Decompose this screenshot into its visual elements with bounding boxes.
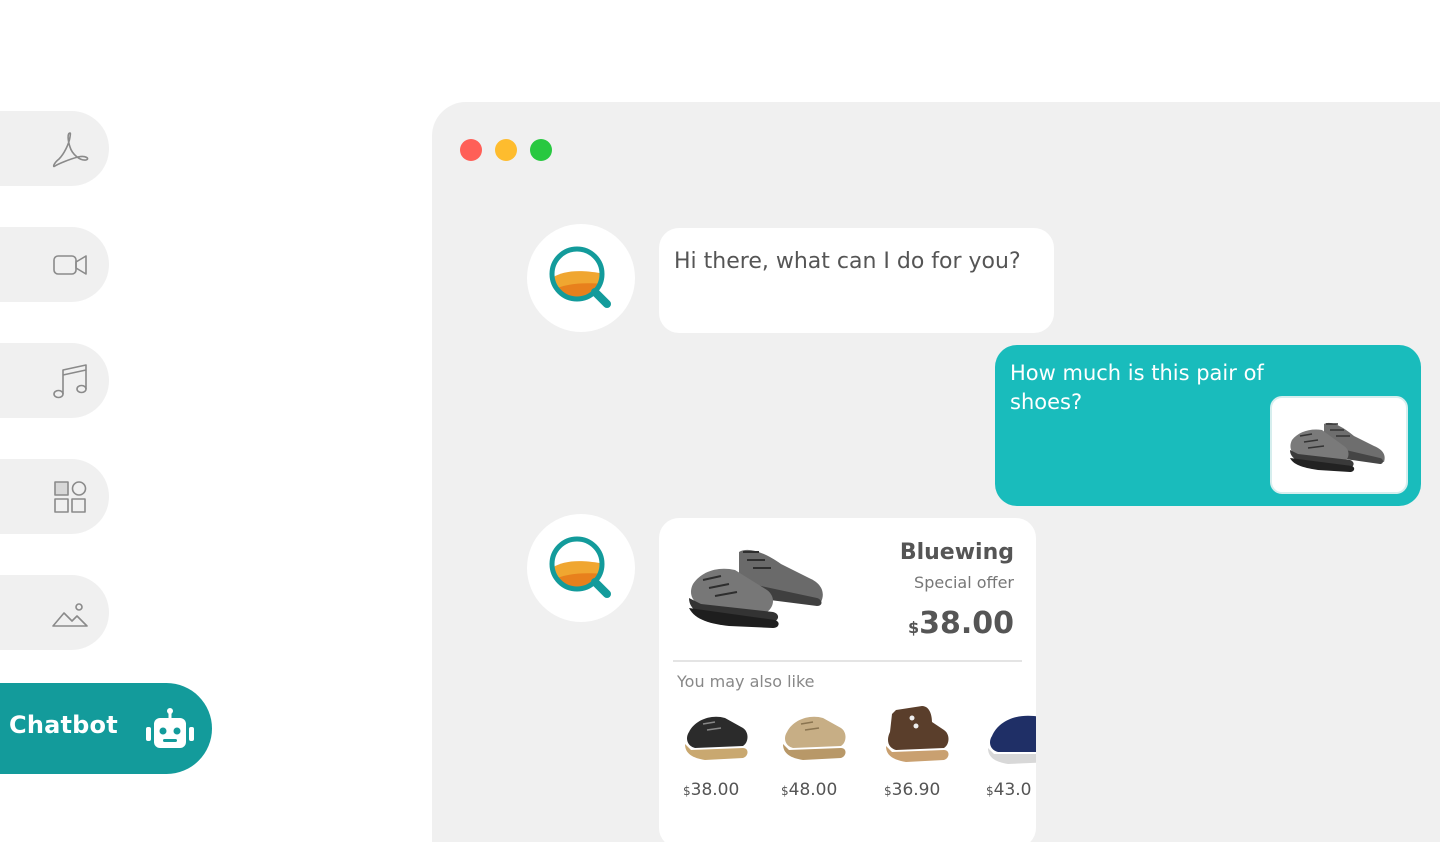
sidebar-item-music[interactable] — [0, 343, 109, 418]
brown-boot-image — [886, 706, 949, 762]
chat-window: Hi there, what can I do for you? How muc… — [432, 102, 1440, 848]
product-brand: Bluewing — [899, 540, 1014, 565]
sidebar-item-image[interactable] — [0, 575, 109, 650]
bot-message-greeting: Hi there, what can I do for you? — [659, 228, 1054, 333]
maximize-window-button[interactable] — [530, 139, 552, 161]
special-offer-label: Special offer — [914, 573, 1014, 592]
chatbot-button[interactable]: Chatbot — [0, 683, 212, 774]
price-amount: 43.0 — [993, 780, 1032, 800]
gray-sneaker-image — [1290, 422, 1385, 472]
currency-symbol: $ — [986, 784, 994, 798]
robot-icon — [146, 707, 194, 751]
black-sneaker-image — [685, 716, 748, 760]
image-icon — [50, 593, 90, 633]
recommendation-item[interactable]: $48.00 — [771, 700, 857, 820]
price-amount: 38.00 — [919, 606, 1014, 641]
recommendation-item[interactable]: $36.90 — [874, 700, 960, 820]
currency-symbol: $ — [884, 784, 892, 798]
chatbot-label: Chatbot — [9, 711, 118, 739]
apps-grid-icon — [50, 477, 90, 517]
recommendation-price: $43.0 — [986, 780, 1032, 800]
user-message: How much is this pair of shoes? — [995, 345, 1421, 506]
currency-symbol: $ — [683, 784, 691, 798]
magnifier-logo-icon — [549, 246, 611, 308]
product-card[interactable]: Bluewing Special offer $38.00 You may al… — [659, 518, 1036, 848]
sidebar-item-pdf[interactable] — [0, 111, 109, 186]
price-amount: 48.00 — [788, 780, 838, 800]
recommendation-item[interactable]: $43.0 — [976, 700, 1036, 820]
sidebar-item-video[interactable] — [0, 227, 109, 302]
currency-symbol: $ — [781, 784, 789, 798]
attached-shoe-image[interactable] — [1270, 396, 1408, 494]
recommendation-price: $36.90 — [884, 780, 940, 800]
magnifier-logo-icon — [549, 536, 611, 598]
product-shoe-image — [689, 549, 823, 628]
currency-symbol: $ — [907, 618, 920, 637]
minimize-window-button[interactable] — [495, 139, 517, 161]
product-price: $38.00 — [908, 606, 1014, 641]
sidebar-item-apps[interactable] — [0, 459, 109, 534]
recommendations-heading: You may also like — [677, 672, 815, 691]
price-amount: 36.90 — [891, 780, 941, 800]
music-note-icon — [50, 361, 90, 401]
navy-sneaker-image — [988, 715, 1036, 764]
recommendation-price: $38.00 — [683, 780, 739, 800]
divider — [673, 660, 1022, 662]
tan-sneaker-image — [783, 716, 846, 760]
pdf-icon — [50, 129, 90, 169]
bot-avatar — [527, 224, 635, 332]
video-camera-icon — [50, 245, 90, 285]
bot-avatar — [527, 514, 635, 622]
price-amount: 38.00 — [690, 780, 740, 800]
recommendation-item[interactable]: $38.00 — [673, 700, 759, 820]
close-window-button[interactable] — [460, 139, 482, 161]
recommendation-price: $48.00 — [781, 780, 837, 800]
